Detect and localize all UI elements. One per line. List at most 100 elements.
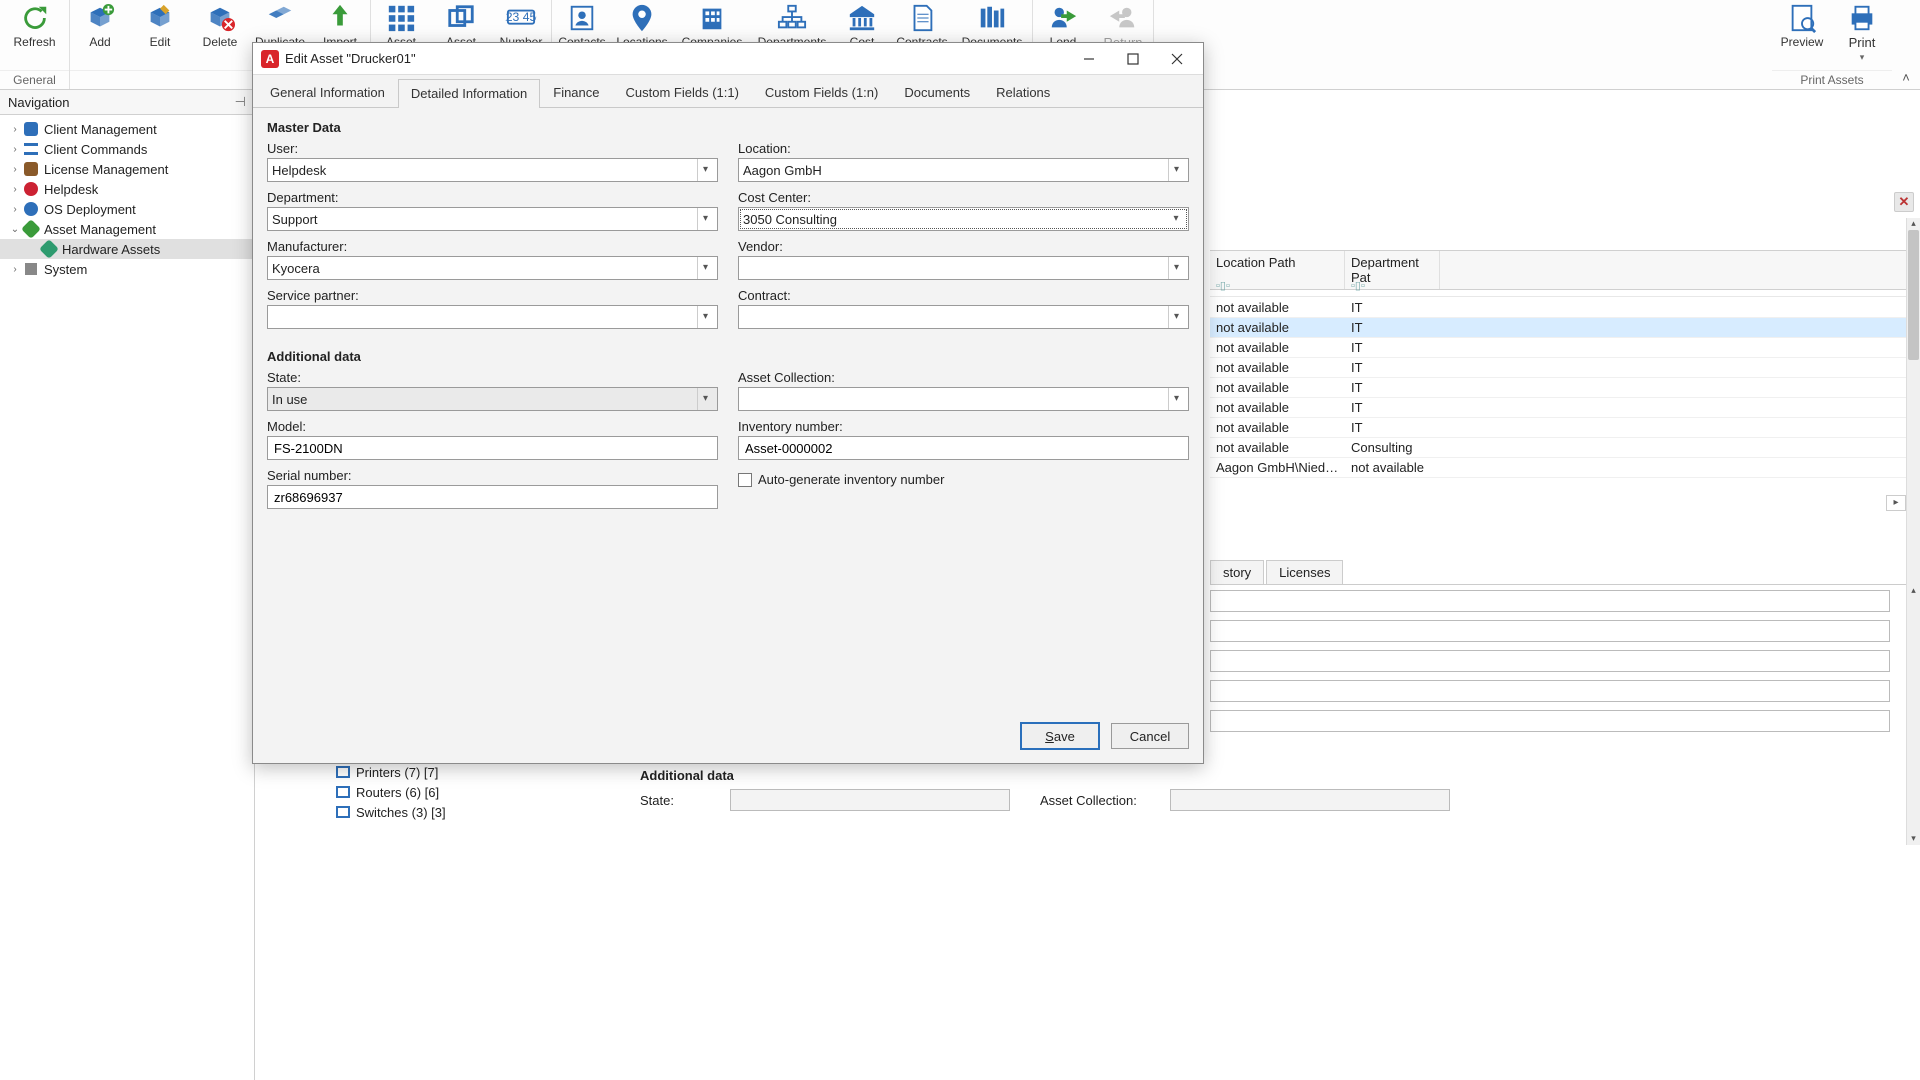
tab-detailed-information[interactable]: Detailed Information	[398, 79, 540, 108]
chevron-down-icon: ▾	[697, 208, 713, 230]
detail-field-3[interactable]	[1210, 650, 1890, 672]
chevron-down-icon: ▾	[1168, 257, 1184, 279]
ribbon-collapse-button[interactable]: ˄	[1892, 0, 1920, 89]
bg-asset-collection-label: Asset Collection:	[1040, 793, 1170, 808]
preview-button[interactable]: Preview	[1772, 0, 1832, 70]
checkbox-icon	[738, 473, 752, 487]
contract-combo[interactable]: ▾	[738, 305, 1189, 329]
service-partner-label: Service partner:	[267, 288, 718, 303]
frames-icon	[443, 2, 479, 34]
manufacturer-combo[interactable]: Kyocera▾	[267, 256, 718, 280]
detail-field-2[interactable]	[1210, 620, 1890, 642]
nav-client-management[interactable]: ›Client Management	[0, 119, 254, 139]
books-icon	[974, 2, 1010, 34]
tab-relations[interactable]: Relations	[983, 78, 1063, 107]
bg-tree-switches[interactable]: Switches (3) [3]	[330, 802, 610, 822]
edit-icon	[142, 2, 178, 34]
nav-helpdesk[interactable]: ›Helpdesk	[0, 179, 254, 199]
tab-history[interactable]: story	[1210, 560, 1264, 584]
nav-system[interactable]: ›System	[0, 259, 254, 279]
table-row[interactable]: not availableIT	[1210, 378, 1906, 398]
inventory-number-input[interactable]	[738, 436, 1189, 460]
lend-icon	[1045, 2, 1081, 34]
nav-client-commands[interactable]: ›Client Commands	[0, 139, 254, 159]
nav-os-deployment[interactable]: ›OS Deployment	[0, 199, 254, 219]
table-row[interactable]: not availableIT	[1210, 318, 1906, 338]
preview-icon	[1784, 2, 1820, 34]
master-data-heading: Master Data	[267, 120, 1189, 135]
delete-icon	[202, 2, 238, 34]
contacts-icon	[564, 2, 600, 34]
refresh-button[interactable]: Refresh	[0, 0, 69, 70]
grid-body: not availableITnot availableITnot availa…	[1210, 298, 1906, 478]
tab-documents[interactable]: Documents	[891, 78, 983, 107]
location-label: Location:	[738, 141, 1189, 156]
save-button[interactable]: Save	[1021, 723, 1099, 749]
nav-license-management[interactable]: ›License Management	[0, 159, 254, 179]
edit-button[interactable]: Edit	[130, 0, 190, 70]
auto-generate-label: Auto-generate inventory number	[758, 472, 944, 487]
delete-button[interactable]: Delete	[190, 0, 250, 70]
search-clear-button[interactable]: ✕	[1894, 192, 1914, 212]
duplicate-icon	[262, 2, 298, 34]
tab-licenses[interactable]: Licenses	[1266, 560, 1343, 584]
cancel-button[interactable]: Cancel	[1111, 723, 1189, 749]
doc-icon	[904, 2, 940, 34]
bg-asset-collection-input[interactable]	[1170, 789, 1450, 811]
serial-number-input[interactable]	[267, 485, 718, 509]
state-label: State:	[267, 370, 718, 385]
grid-filter-row[interactable]: ▫▯▫ ▫▯▫	[1210, 275, 1906, 297]
nav-asset-management[interactable]: ⌄Asset Management	[0, 219, 254, 239]
user-combo[interactable]: Helpdesk▾	[267, 158, 718, 182]
tab-custom-fields-1n[interactable]: Custom Fields (1:n)	[752, 78, 891, 107]
department-combo[interactable]: Support▾	[267, 207, 718, 231]
cost-center-combo[interactable]: 3050 Consulting▾	[738, 207, 1189, 231]
table-row[interactable]: Aagon GmbH\Niederla…not available	[1210, 458, 1906, 478]
table-row[interactable]: not availableIT	[1210, 418, 1906, 438]
table-row[interactable]: not availableIT	[1210, 358, 1906, 378]
chevron-down-icon: ▾	[697, 159, 713, 181]
window-close-button[interactable]	[1155, 45, 1199, 73]
state-combo[interactable]: In use▾	[267, 387, 718, 411]
department-label: Department:	[267, 190, 718, 205]
service-partner-combo[interactable]: ▾	[267, 305, 718, 329]
detail-field-4[interactable]	[1210, 680, 1890, 702]
detail-field-1[interactable]	[1210, 590, 1890, 612]
dialog-titlebar[interactable]: A Edit Asset "Drucker01"	[253, 43, 1203, 75]
window-minimize-button[interactable]	[1067, 45, 1111, 73]
window-maximize-button[interactable]	[1111, 45, 1155, 73]
org-icon	[774, 2, 810, 34]
add-button[interactable]: Add	[70, 0, 130, 70]
dialog-tabstrip: General Information Detailed Information…	[253, 75, 1203, 108]
print-button[interactable]: Print▾	[1832, 0, 1892, 70]
vendor-combo[interactable]: ▾	[738, 256, 1189, 280]
bg-additional-data-heading: Additional data	[640, 768, 1900, 783]
bank-icon	[844, 2, 880, 34]
navigation-title: Navigation	[8, 95, 69, 110]
bg-state-input[interactable]	[730, 789, 1010, 811]
serial-number-label: Serial number:	[267, 468, 718, 483]
chevron-down-icon: ▾	[1168, 159, 1184, 181]
grid-hscroll-right[interactable]: ▸	[1886, 495, 1906, 511]
pin-icon	[624, 2, 660, 34]
detail-tabs: story Licenses	[1210, 560, 1906, 585]
model-input[interactable]	[267, 436, 718, 460]
detail-field-5[interactable]	[1210, 710, 1890, 732]
bg-tree-routers[interactable]: Routers (6) [6]	[330, 782, 610, 802]
tab-finance[interactable]: Finance	[540, 78, 612, 107]
tab-custom-fields-11[interactable]: Custom Fields (1:1)	[613, 78, 752, 107]
asset-collection-label: Asset Collection:	[738, 370, 1189, 385]
table-row[interactable]: not availableIT	[1210, 398, 1906, 418]
location-combo[interactable]: Aagon GmbH▾	[738, 158, 1189, 182]
bg-tree-printers[interactable]: Printers (7) [7]	[330, 762, 610, 782]
asset-collection-combo[interactable]: ▾	[738, 387, 1189, 411]
auto-generate-checkbox[interactable]: Auto-generate inventory number	[738, 472, 1189, 487]
tab-general-information[interactable]: General Information	[257, 78, 398, 107]
table-row[interactable]: not availableIT	[1210, 338, 1906, 358]
nav-hardware-assets[interactable]: Hardware Assets	[0, 239, 254, 259]
table-row[interactable]: not availableConsulting	[1210, 438, 1906, 458]
vendor-label: Vendor:	[738, 239, 1189, 254]
table-row[interactable]: not availableIT	[1210, 298, 1906, 318]
model-label: Model:	[267, 419, 718, 434]
nav-pin-icon[interactable]: ⊣	[235, 94, 246, 110]
